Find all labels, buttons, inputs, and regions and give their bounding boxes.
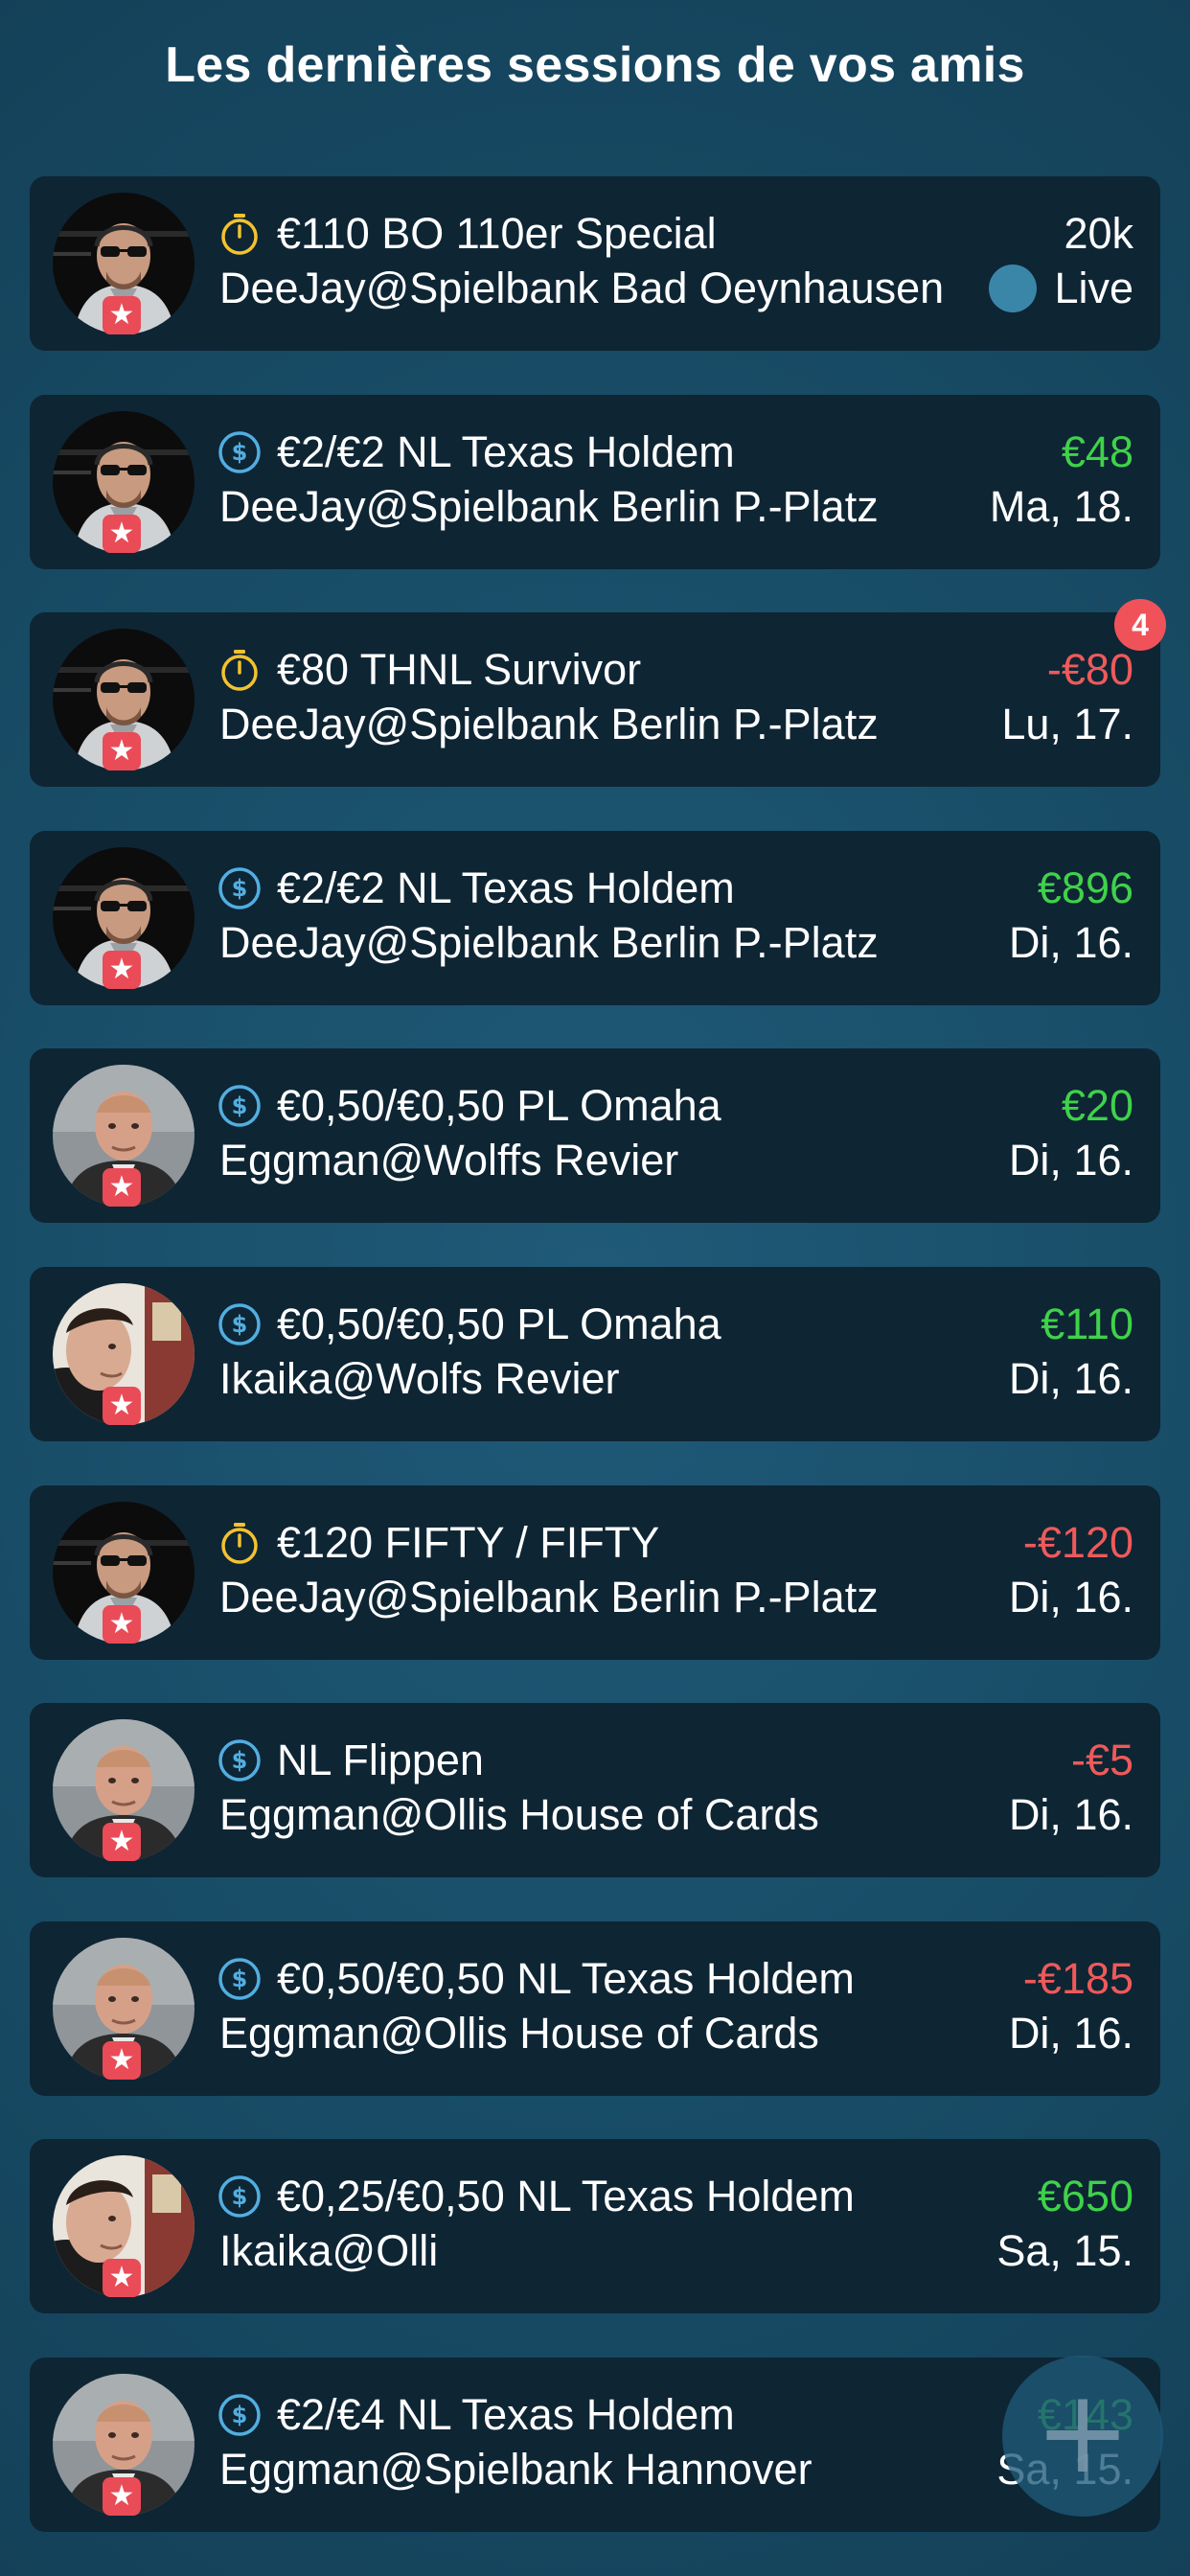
result-amount: €48 xyxy=(1061,426,1133,476)
svg-text:$: $ xyxy=(232,1092,248,1119)
live-dot-icon xyxy=(989,264,1038,312)
plus-icon: + xyxy=(1034,2366,1132,2499)
result-amount: €650 xyxy=(1037,2172,1133,2221)
cash-dollar-icon: $ xyxy=(217,1957,262,2001)
game-title: €110 BO 110er Special xyxy=(277,209,717,258)
result-amount: €110 xyxy=(1041,1299,1133,1348)
tournament-timer-icon xyxy=(217,1521,262,1565)
session-date: Di, 16. xyxy=(1008,1353,1133,1403)
star-icon: ★ xyxy=(103,1168,141,1208)
cash-dollar-icon: $ xyxy=(217,430,262,474)
result-amount: €896 xyxy=(1037,862,1133,912)
notification-badge: 4 xyxy=(1114,599,1166,652)
game-title: €120 FIFTY / FIFTY xyxy=(277,1517,660,1567)
page-title: Les dernières sessions de vos amis xyxy=(165,37,1025,93)
svg-text:$: $ xyxy=(232,2183,248,2210)
session-date: Ma, 18. xyxy=(989,481,1133,531)
player-venue: DeeJay@Spielbank Berlin P.-Platz xyxy=(219,481,879,531)
session-date: Di, 16. xyxy=(1008,917,1133,967)
session-date: Di, 16. xyxy=(1008,1572,1133,1622)
cash-dollar-icon: $ xyxy=(217,2174,262,2219)
cash-dollar-icon: $ xyxy=(217,1738,262,1782)
game-title: €0,50/€0,50 PL Omaha xyxy=(277,1299,721,1348)
session-date: Di, 16. xyxy=(1008,1136,1133,1185)
game-title: €2/€4 NL Texas Holdem xyxy=(277,2389,735,2439)
live-indicator: Live xyxy=(989,262,1133,315)
player-venue: Eggman@Spielbank Hannover xyxy=(219,2444,812,2494)
session-list: ★ €110 BO 110er Special DeeJay@Spielbank B… xyxy=(30,176,1166,2576)
tournament-timer-icon xyxy=(217,212,262,256)
star-icon: ★ xyxy=(103,2040,141,2080)
svg-text:$: $ xyxy=(232,1966,248,1992)
game-title: €0,50/€0,50 NL Texas Holdem xyxy=(277,1953,855,2003)
session-card[interactable]: ★ $ €2/€2 NL Texas Holdem DeeJay@Spielbank … xyxy=(30,830,1160,1005)
player-venue: Eggman@Wolffs Revier xyxy=(219,1136,679,1185)
game-title: €0,25/€0,50 NL Texas Holdem xyxy=(277,2172,855,2221)
player-venue: Eggman@Ollis House of Cards xyxy=(219,1790,819,1840)
star-icon: ★ xyxy=(103,1386,141,1425)
session-card[interactable]: ★ $ €0,50/€0,50 NL Texas Holdem Eggman@Olli… xyxy=(30,1920,1160,2096)
star-icon: ★ xyxy=(103,950,141,989)
session-card[interactable]: ★ $ €0,25/€0,50 NL Texas Holdem Ikaika@Olli… xyxy=(30,2139,1160,2314)
game-title: NL Flippen xyxy=(277,1736,484,1785)
session-date: Sa, 15. xyxy=(996,2226,1133,2276)
session-card[interactable]: ★ $ €0,50/€0,50 PL Omaha Ikaika@Wolfs Revie… xyxy=(30,1266,1160,1441)
session-card[interactable]: ★ €80 THNL Survivor DeeJay@Spielbank Berli… xyxy=(30,599,1166,788)
star-icon: ★ xyxy=(103,296,141,334)
session-card[interactable]: ★ $ €0,50/€0,50 PL Omaha Eggman@Wolffs Revi… xyxy=(30,1048,1160,1224)
result-amount: -€120 xyxy=(1022,1517,1133,1567)
game-title: €0,50/€0,50 PL Omaha xyxy=(277,1081,721,1131)
cash-dollar-icon: $ xyxy=(217,1302,262,1346)
star-icon: ★ xyxy=(103,2259,141,2298)
cash-dollar-icon: $ xyxy=(217,866,262,910)
svg-text:$: $ xyxy=(232,1311,248,1338)
star-icon: ★ xyxy=(103,732,141,771)
player-venue: DeeJay@Spielbank Bad Oeynhausen xyxy=(219,264,945,312)
cash-dollar-icon: $ xyxy=(217,2393,262,2437)
session-date: Di, 16. xyxy=(1008,2008,1133,2058)
player-venue: DeeJay@Spielbank Berlin P.-Platz xyxy=(219,700,879,749)
game-title: €2/€2 NL Texas Holdem xyxy=(277,426,735,476)
result-amount: -€5 xyxy=(1070,1736,1133,1785)
svg-text:$: $ xyxy=(232,1747,248,1774)
star-icon: ★ xyxy=(103,1823,141,1862)
session-date: Lu, 17. xyxy=(1001,700,1133,749)
result-amount: 20k xyxy=(1064,209,1133,258)
player-venue: Eggman@Ollis House of Cards xyxy=(219,2008,819,2058)
player-venue: Ikaika@Olli xyxy=(219,2226,439,2276)
session-card[interactable]: ★ $ €2/€2 NL Texas Holdem DeeJay@Spielbank … xyxy=(30,394,1160,569)
session-card[interactable]: ★ €110 BO 110er Special DeeJay@Spielbank B… xyxy=(30,176,1160,351)
player-venue: DeeJay@Spielbank Berlin P.-Platz xyxy=(219,917,879,967)
session-card[interactable]: ★ $ €2/€4 NL Texas Holdem Eggman@Spielbank … xyxy=(30,2357,1160,2532)
session-card[interactable]: ★ €120 FIFTY / FIFTY DeeJay@Spielbank Berl… xyxy=(30,1484,1160,1660)
cash-dollar-icon: $ xyxy=(217,1084,262,1128)
session-card[interactable]: ★ $ NL Flippen Eggman@Ollis House of Cards -… xyxy=(30,1703,1160,1878)
game-title: €80 THNL Survivor xyxy=(277,645,642,695)
result-amount: €20 xyxy=(1061,1081,1133,1131)
tournament-timer-icon xyxy=(217,648,262,692)
game-title: €2/€2 NL Texas Holdem xyxy=(277,862,735,912)
star-icon: ★ xyxy=(103,514,141,553)
svg-text:$: $ xyxy=(232,875,248,902)
star-icon: ★ xyxy=(103,2476,141,2516)
svg-text:$: $ xyxy=(232,2402,248,2428)
result-amount: -€185 xyxy=(1022,1953,1133,2003)
live-label: Live xyxy=(1054,264,1133,312)
star-icon: ★ xyxy=(103,1604,141,1644)
session-date: Di, 16. xyxy=(1008,1790,1133,1840)
player-venue: DeeJay@Spielbank Berlin P.-Platz xyxy=(219,1572,879,1622)
add-session-button[interactable]: + xyxy=(1002,2356,1163,2517)
svg-text:$: $ xyxy=(232,439,248,466)
player-venue: Ikaika@Wolfs Revier xyxy=(219,1353,620,1403)
result-amount: -€80 xyxy=(1046,645,1133,695)
